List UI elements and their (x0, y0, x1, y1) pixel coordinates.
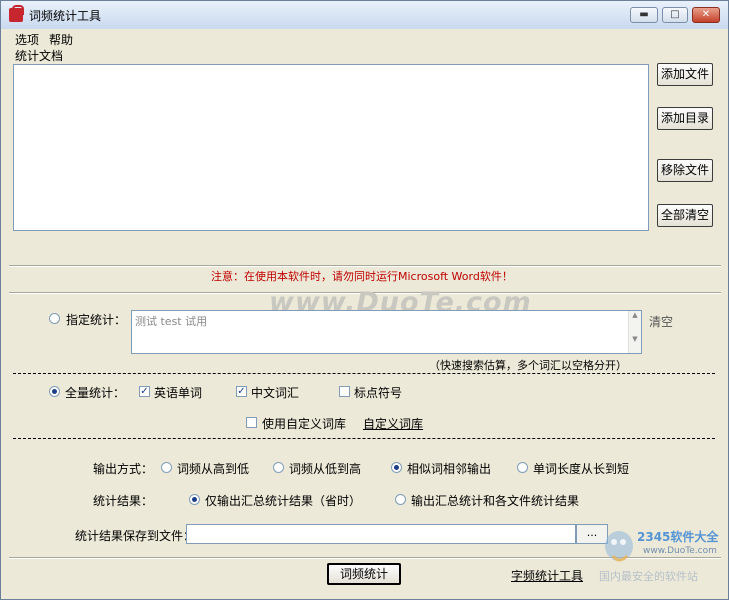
save-file-label: 统计结果保存到文件： (75, 529, 196, 543)
window-title: 词频统计工具 (29, 9, 102, 23)
custom-dict-label: 使用自定义词库 (262, 417, 347, 431)
divider (9, 265, 721, 267)
result-radio-detailed[interactable] (395, 494, 406, 505)
chinese-words-checkbox[interactable]: ✓ (236, 386, 247, 397)
specified-hint: （快速搜索估算，多个词汇以空格分开） (429, 359, 627, 372)
mode-radio-low-to-high[interactable] (273, 462, 284, 473)
specified-radio[interactable] (49, 313, 60, 324)
menu-help[interactable]: 帮助 (49, 31, 73, 48)
punctuation-checkbox[interactable] (339, 386, 350, 397)
app-logo-icon (9, 5, 24, 22)
full-radio[interactable] (49, 386, 60, 397)
site-watermark: 2345软件大全 www.DuoTe.com 国内最安全的软件站 (599, 516, 727, 586)
mode-radio-similar[interactable] (391, 462, 402, 473)
watermark-tagline: 国内最安全的软件站 (599, 570, 698, 583)
specified-words-value: 测试 test 试用 (135, 315, 208, 328)
mode-label: 单词长度从长到短 (533, 462, 630, 476)
watermark-brand: 2345软件大全 (637, 530, 719, 544)
save-file-input[interactable] (186, 524, 576, 544)
notice-text: 注意：在使用本软件时，请勿同时运行Microsoft Word软件！ (211, 270, 513, 283)
divider (13, 373, 715, 374)
char-freq-tool-link[interactable]: 字频统计工具 (511, 567, 583, 584)
output-mode-label: 输出方式： (93, 462, 154, 476)
close-button[interactable]: ✕ (692, 7, 720, 23)
specified-words-input[interactable]: 测试 test 试用 ▲ ▼ (131, 310, 642, 354)
minimize-button[interactable]: ▬ (630, 7, 658, 23)
add-folder-button[interactable]: 添加目录 (657, 107, 713, 130)
mode-label: 词频从高到低 (177, 462, 250, 476)
run-statistics-button[interactable]: 词频统计 (327, 563, 401, 585)
documents-group-label: 统计文档 (15, 49, 64, 63)
result-option-label: 仅输出汇总统计结果（省时） (205, 494, 362, 508)
specified-label: 指定统计： (66, 313, 127, 327)
result-radio-summary[interactable] (189, 494, 200, 505)
mode-radio-word-length[interactable] (517, 462, 528, 473)
maximize-button[interactable]: □ (662, 7, 688, 23)
menu-bar: 选项 帮助 (1, 29, 728, 47)
clear-all-button[interactable]: 全部清空 (657, 204, 713, 227)
watermark-url: www.DuoTe.com (643, 546, 717, 556)
specified-clear-link[interactable]: 清空 (649, 313, 673, 330)
documents-list[interactable] (13, 64, 649, 231)
divider (13, 438, 715, 439)
custom-dict-checkbox[interactable] (246, 417, 257, 428)
mode-label: 词频从低到高 (289, 462, 362, 476)
result-label: 统计结果： (93, 494, 154, 508)
textarea-scrollbar[interactable]: ▲ ▼ (628, 311, 641, 353)
english-words-label: 英语单词 (154, 386, 203, 400)
mode-radio-high-to-low[interactable] (161, 462, 172, 473)
result-option-label: 输出汇总统计和各文件统计结果 (411, 494, 580, 508)
custom-dict-link[interactable]: 自定义词库 (363, 415, 423, 432)
main-window: 词频统计工具 ▬ □ ✕ 选项 帮助 统计文档 添加文件 添加目录 移除文件 全… (0, 0, 729, 600)
menu-options[interactable]: 选项 (15, 31, 39, 48)
chinese-words-label: 中文词汇 (251, 386, 300, 400)
add-file-button[interactable]: 添加文件 (657, 63, 713, 86)
full-label: 全量统计： (65, 386, 126, 400)
remove-file-button[interactable]: 移除文件 (657, 159, 713, 182)
punctuation-label: 标点符号 (354, 386, 403, 400)
mode-label: 相似词相邻输出 (407, 462, 492, 476)
title-bar: 词频统计工具 ▬ □ ✕ (1, 1, 728, 30)
english-words-checkbox[interactable]: ✓ (139, 386, 150, 397)
